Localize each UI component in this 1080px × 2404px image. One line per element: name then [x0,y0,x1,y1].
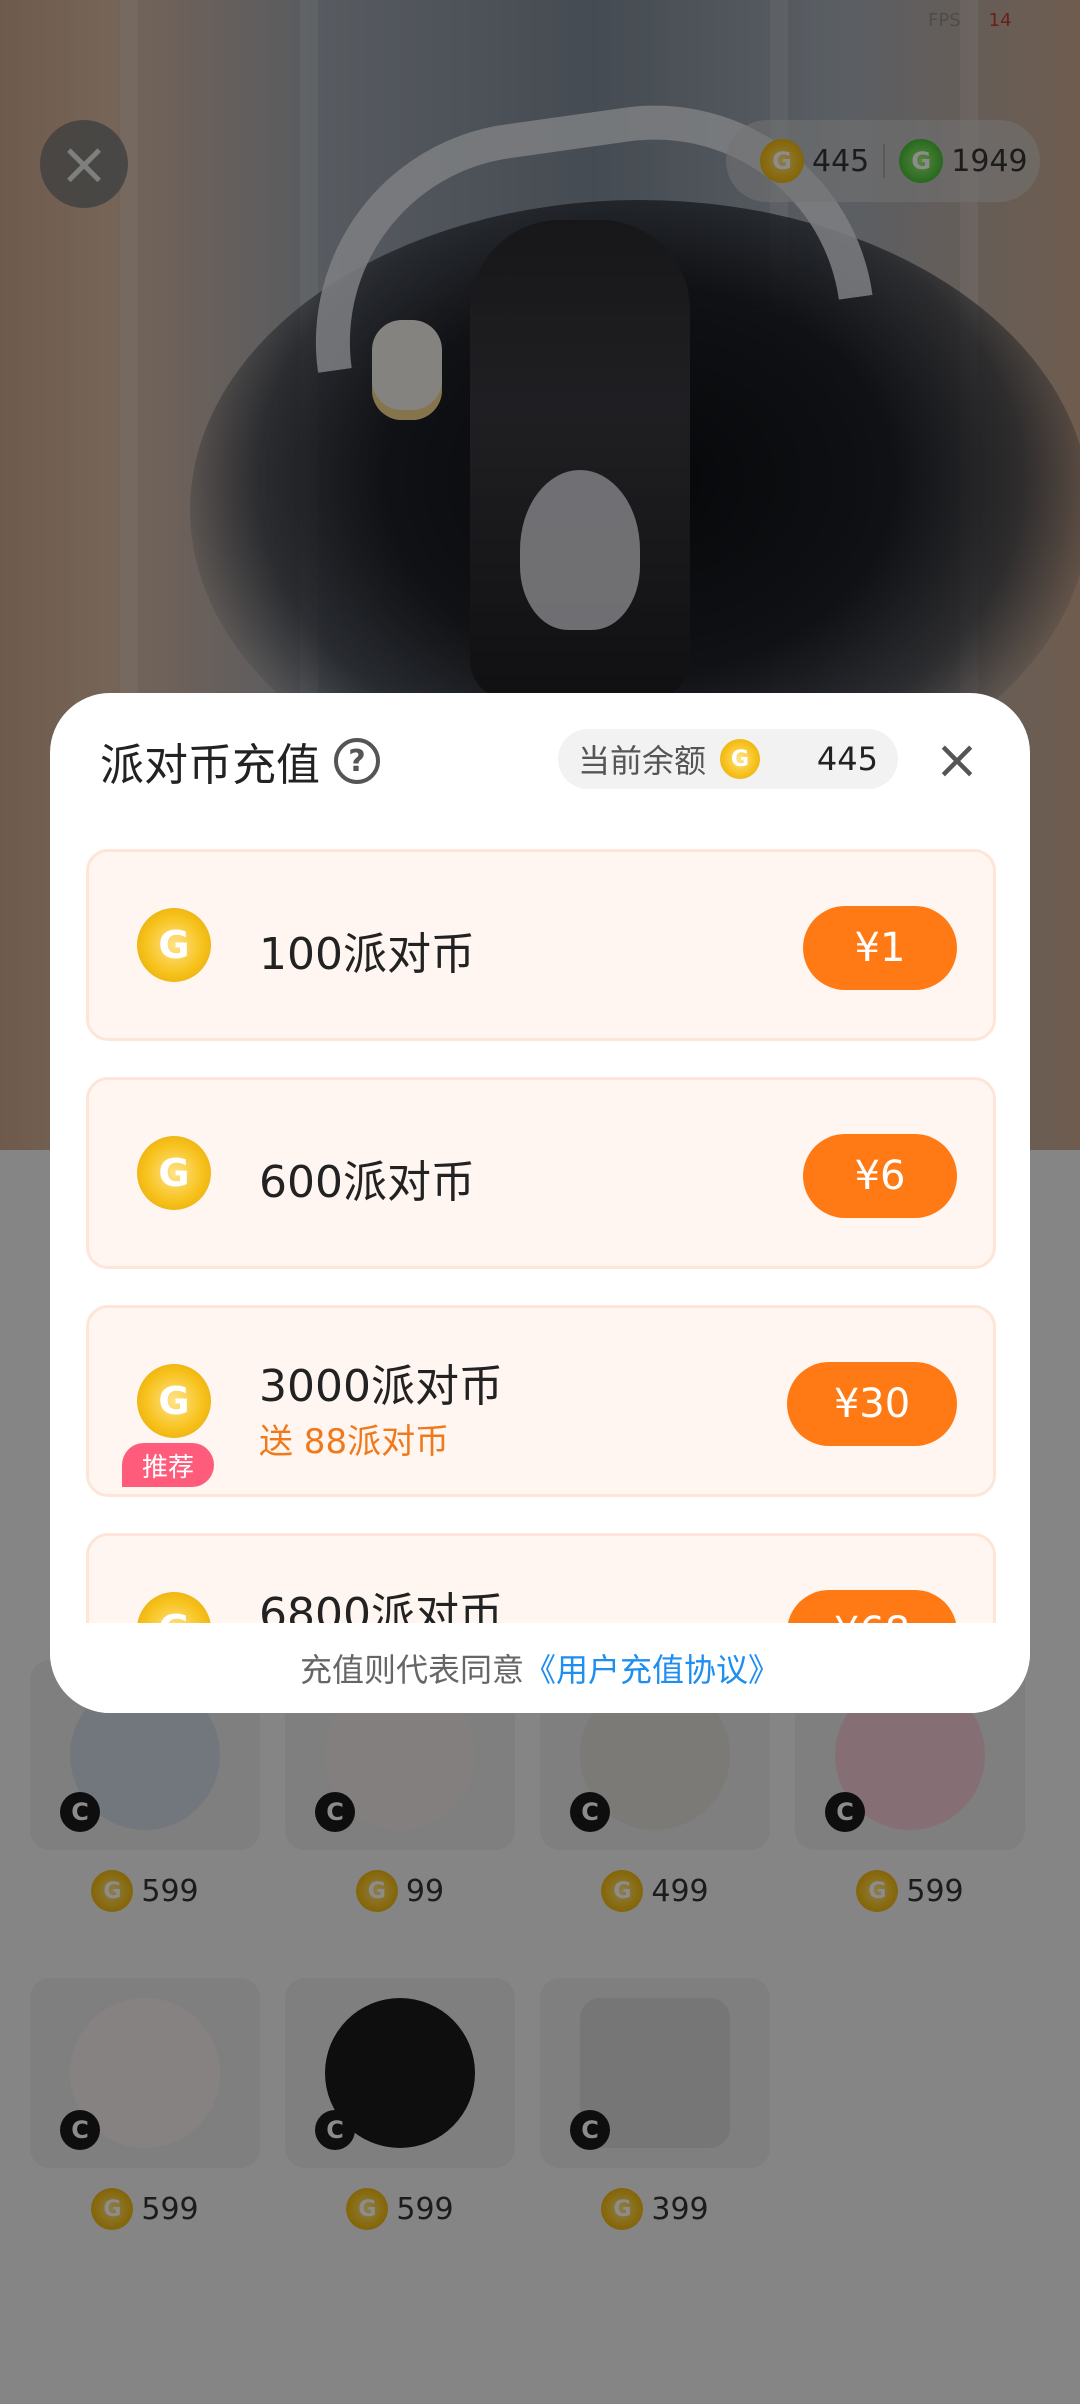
package-card[interactable]: G 100派对币 ¥1 [86,849,996,1041]
recommended-tag: 推荐 [122,1443,214,1487]
agreement-text: 充值则代表同意 [299,1651,524,1689]
package-name: 100派对币 [259,929,475,980]
modal-title: 派对币充值 [100,740,320,791]
package-card[interactable]: G 6800派对币 ¥68 [86,1533,996,1629]
package-name: 600派对币 [259,1157,475,1208]
package-list[interactable]: G 100派对币 ¥1 G 600派对币 ¥6 推荐 G 3000派对币 送 8… [86,849,996,1629]
package-bonus: 送 88派对币 [259,1422,450,1462]
screen: C G 599 C G 99 C G 499 C G 599 C G 599 C G 59 [0,0,1080,2404]
package-name: 6800派对币 [259,1589,503,1629]
package-name: 3000派对币 [259,1361,503,1412]
recharge-modal: 派对币充值 ? 当前余额 G 445 × G 100派对币 ¥1 G 600派对… [50,693,1030,1713]
package-card[interactable]: G 600派对币 ¥6 [86,1077,996,1269]
coin-icon: G [137,1364,211,1438]
recharge-agreement: 充值则代表同意 《用户充值协议》 [50,1623,1030,1713]
buy-button[interactable]: ¥1 [803,906,957,990]
modal-header: 派对币充值 ? [100,729,380,793]
close-icon[interactable]: × [930,733,984,787]
balance-label: 当前余额 [578,742,707,780]
balance-value: 445 [816,740,878,778]
agreement-link[interactable]: 《用户充值协议》 [524,1645,780,1691]
coin-icon: G [137,1136,211,1210]
buy-button[interactable]: ¥30 [787,1362,957,1446]
coin-icon: G [137,908,211,982]
package-card[interactable]: G 3000派对币 送 88派对币 ¥30 [86,1305,996,1497]
help-icon[interactable]: ? [334,738,380,784]
buy-button[interactable]: ¥6 [803,1134,957,1218]
gold-coin-icon: G [720,739,761,779]
current-balance: 当前余额 G 445 [558,729,898,789]
